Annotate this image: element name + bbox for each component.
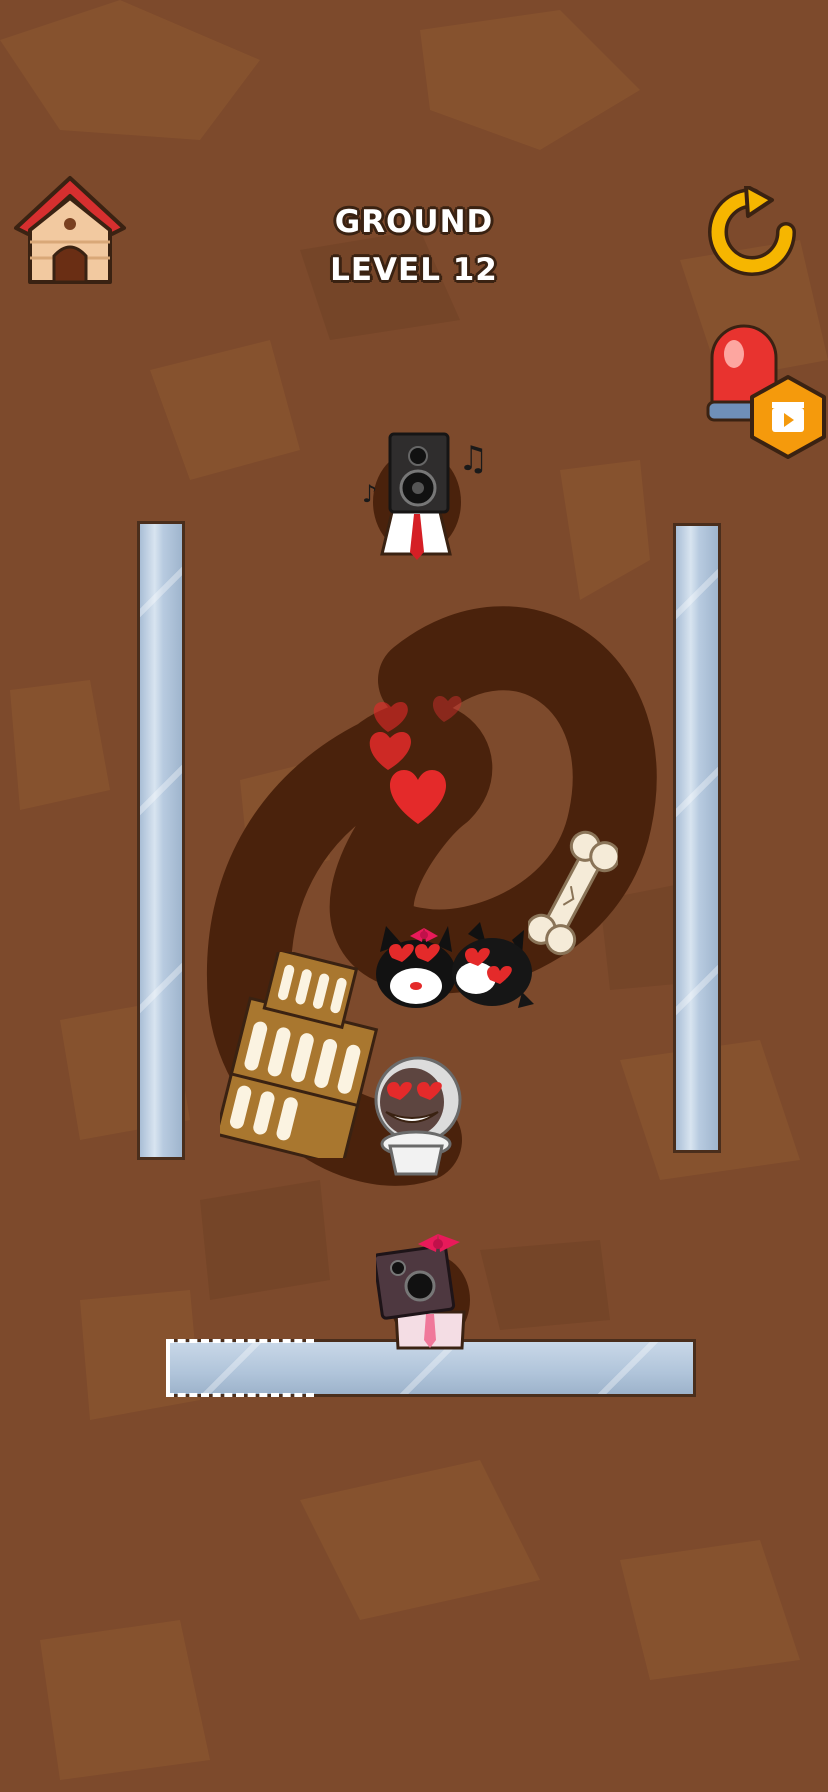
home-button[interactable]: [12, 172, 128, 288]
hint-button[interactable]: [704, 318, 828, 462]
restart-button[interactable]: [706, 184, 798, 278]
world-name: GROUND: [334, 204, 494, 240]
restart-icon: [708, 184, 796, 276]
video-ad-icon: [750, 375, 826, 459]
leaning-tower-item: [220, 952, 379, 1158]
glass-wall-right: [673, 523, 721, 1153]
heart-icon: [389, 770, 447, 824]
level-number: LEVEL 12: [330, 252, 498, 288]
toilet-head-character: [374, 1056, 462, 1176]
music-note-icon: ♫: [458, 439, 488, 479]
hearts-effect: [369, 696, 462, 824]
speaker-woman: [376, 1234, 470, 1350]
cat-couple: [376, 922, 534, 1008]
home-icon: [14, 176, 126, 284]
music-note-icon: ♪: [362, 480, 377, 508]
glass-wall-left: [137, 521, 185, 1160]
speaker-man: ♫ ♪: [362, 432, 488, 560]
level-title: GROUND LEVEL 12: [264, 198, 564, 294]
bone-item: [528, 830, 618, 956]
